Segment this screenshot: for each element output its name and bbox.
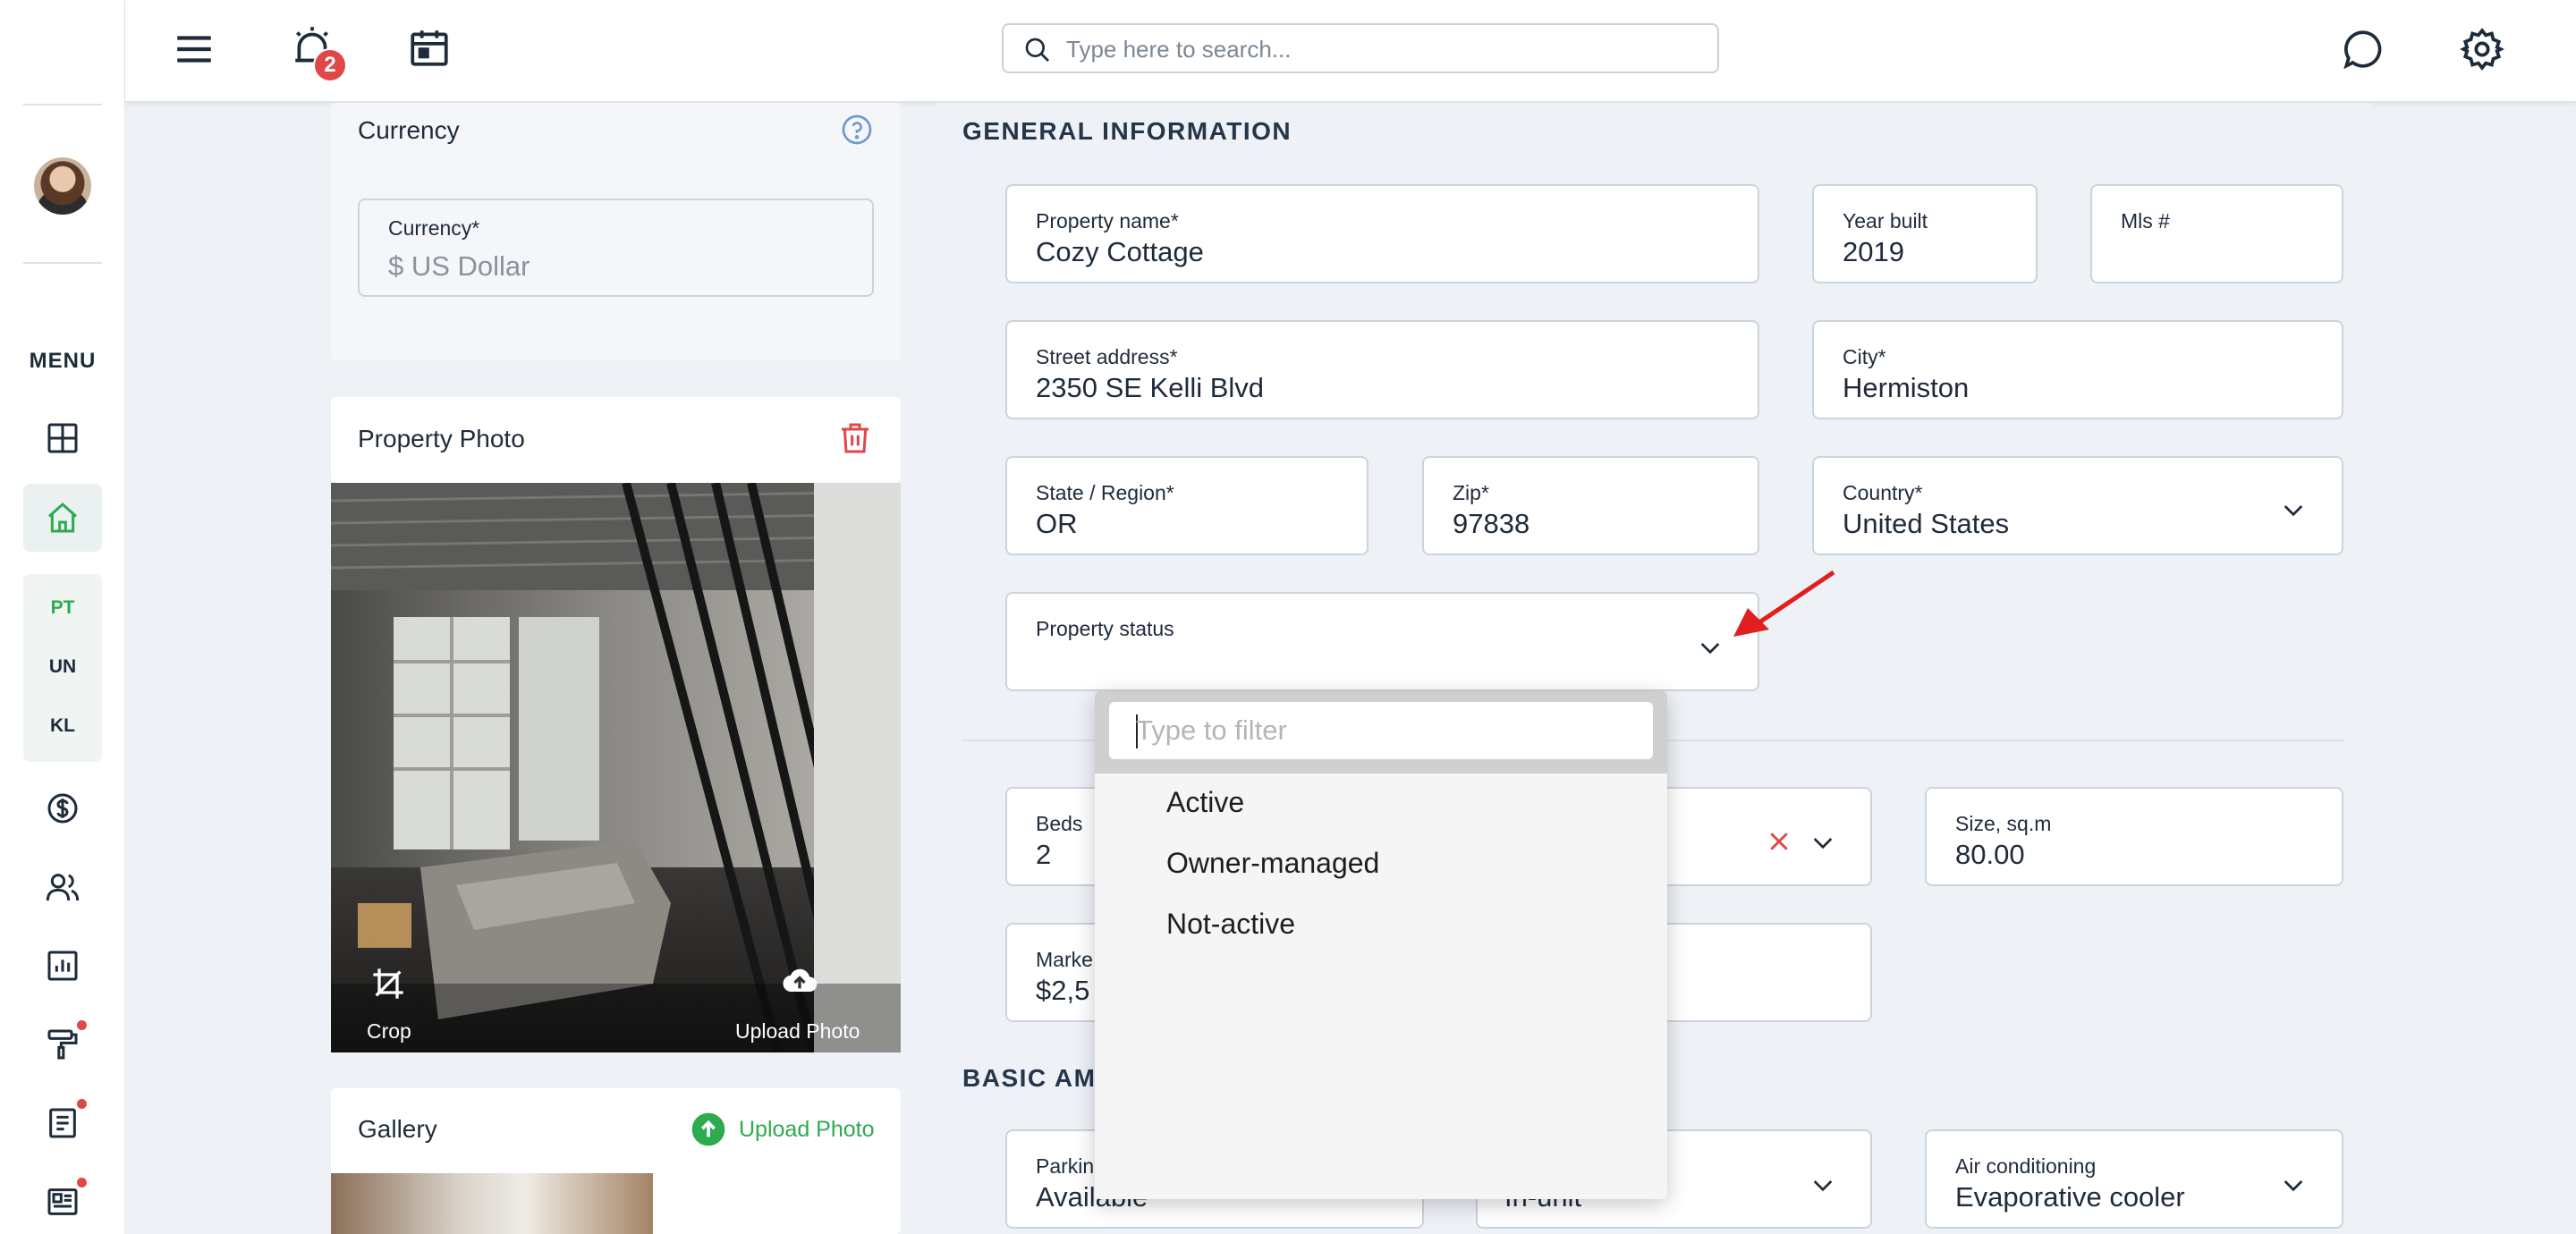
sidebar-divider [23, 262, 102, 264]
field-value: 97838 [1453, 508, 1530, 539]
shortcut-un[interactable]: UN [23, 656, 102, 678]
notification-dot [77, 1020, 87, 1030]
sidebar: MENU PT UN KL [0, 0, 125, 1234]
property-status-dropdown: Active Owner-managed Not-active [1095, 691, 1667, 1199]
gallery-thumbnail[interactable] [331, 1173, 653, 1234]
home-icon[interactable] [41, 496, 84, 539]
dropdown-filter-box[interactable] [1109, 702, 1653, 759]
street-address-field[interactable]: Street address* 2350 SE Kelli Blvd [1005, 320, 1759, 419]
air-conditioning-select[interactable]: Air conditioning Evaporative cooler [1925, 1129, 2343, 1229]
year-built-field[interactable]: Year built 2019 [1812, 184, 2038, 283]
field-label: Mls # [2121, 209, 2170, 232]
section-title-general: GENERAL INFORMATION [962, 117, 1292, 145]
currency-field[interactable]: Currency* $ US Dollar [358, 199, 874, 297]
gallery-upload-link[interactable]: Upload Photo [739, 1117, 875, 1143]
field-value: Cozy Cottage [1036, 236, 1204, 267]
chevron-down-icon[interactable] [1809, 828, 1837, 857]
field-value: Hermiston [1843, 372, 1970, 403]
users-icon[interactable] [41, 866, 84, 909]
currency-card: Currency Currency* $ US Dollar [331, 103, 901, 360]
calendar-icon[interactable] [407, 25, 452, 70]
gallery-card: Gallery Upload Photo [331, 1088, 901, 1234]
field-label: Currency* [388, 216, 480, 240]
dropdown-filter-input[interactable] [1136, 713, 1637, 748]
field-label: Size, sq.m [1955, 812, 2052, 835]
trash-icon[interactable] [837, 420, 873, 456]
field-value: United States [1843, 508, 2010, 539]
annotation-arrow [1733, 570, 1835, 637]
property-status-select[interactable]: Property status [1005, 592, 1759, 691]
dropdown-option-active[interactable]: Active [1166, 786, 1244, 819]
upload-photo-label[interactable]: Upload Photo [735, 1019, 860, 1044]
field-value: Evaporative cooler [1955, 1181, 2185, 1213]
property-name-field[interactable]: Property name* Cozy Cottage [1005, 184, 1759, 283]
field-value: 2019 [1843, 236, 1904, 267]
chevron-down-icon[interactable] [2279, 495, 2308, 524]
menu-label: MENU [29, 349, 97, 373]
document-icon[interactable] [41, 1102, 84, 1145]
field-value: 2 [1036, 839, 1052, 870]
field-label: Year built [1843, 209, 1928, 232]
dropdown-filter-area [1095, 691, 1667, 773]
field-value: $2,5 [1036, 975, 1090, 1006]
dashboard-icon[interactable] [41, 417, 84, 460]
search-box[interactable] [1002, 23, 1719, 73]
cloud-upload-icon[interactable] [780, 962, 819, 1002]
field-label: Street address* [1036, 345, 1178, 368]
zip-field[interactable]: Zip* 97838 [1422, 456, 1759, 555]
dropdown-option-owner-managed[interactable]: Owner-managed [1166, 847, 1379, 880]
shortcut-pt[interactable]: PT [23, 597, 102, 619]
field-value: OR [1036, 508, 1078, 539]
crop-label[interactable]: Crop [367, 1019, 411, 1044]
city-field[interactable]: City* Hermiston [1812, 320, 2343, 419]
field-label: Beds [1036, 812, 1083, 835]
field-label: Property status [1036, 617, 1174, 640]
settings-gear-icon[interactable] [2460, 27, 2504, 72]
property-photo-card: Property Photo [331, 397, 901, 483]
clear-icon[interactable] [1766, 828, 1792, 855]
shortcut-kl[interactable]: KL [23, 715, 102, 737]
field-label: Zip* [1453, 481, 1489, 504]
field-label: Country* [1843, 481, 1923, 504]
size-field[interactable]: Size, sq.m 80.00 [1925, 787, 2343, 886]
chevron-down-icon[interactable] [1809, 1171, 1837, 1199]
chevron-down-icon[interactable] [2279, 1171, 2308, 1199]
hamburger-menu-icon[interactable] [172, 27, 216, 72]
upload-icon[interactable] [691, 1111, 726, 1147]
country-select[interactable]: Country* United States [1812, 456, 2343, 555]
dropdown-option-not-active[interactable]: Not-active [1166, 908, 1295, 941]
help-icon[interactable] [841, 114, 873, 146]
card-title: Property Photo [358, 425, 525, 452]
newspaper-icon[interactable] [41, 1180, 84, 1223]
field-label: Parkin [1036, 1154, 1095, 1178]
paint-roller-icon[interactable] [41, 1023, 84, 1066]
chat-icon[interactable] [2341, 27, 2385, 72]
search-input[interactable] [1066, 32, 1692, 66]
field-label: Marke [1036, 948, 1093, 971]
chart-icon[interactable] [41, 944, 84, 987]
state-field[interactable]: State / Region* OR [1005, 456, 1368, 555]
dollar-icon[interactable] [41, 787, 84, 830]
chevron-down-icon[interactable] [1696, 633, 1724, 662]
search-icon [1025, 38, 1049, 62]
field-label: State / Region* [1036, 481, 1174, 504]
notification-badge: 2 [313, 48, 347, 82]
notification-dot [77, 1099, 87, 1109]
notification-dot [77, 1178, 87, 1188]
mls-field[interactable]: Mls # [2090, 184, 2343, 283]
field-label: City* [1843, 345, 1886, 368]
field-value: $ US Dollar [388, 250, 530, 282]
card-title: Gallery [358, 1115, 437, 1143]
sidebar-divider [23, 104, 102, 106]
property-photo: Crop Upload Photo [331, 483, 901, 1052]
section-title-amenities: BASIC AME [962, 1064, 1114, 1092]
field-value: 80.00 [1955, 839, 2025, 870]
top-bar: 2 [125, 0, 2576, 103]
crop-icon[interactable] [370, 966, 406, 1002]
avatar[interactable] [34, 157, 91, 215]
field-value: 2350 SE Kelli Blvd [1036, 372, 1265, 403]
field-label: Air conditioning [1955, 1154, 2097, 1178]
field-label: Property name* [1036, 209, 1179, 232]
card-title: Currency [358, 116, 460, 144]
